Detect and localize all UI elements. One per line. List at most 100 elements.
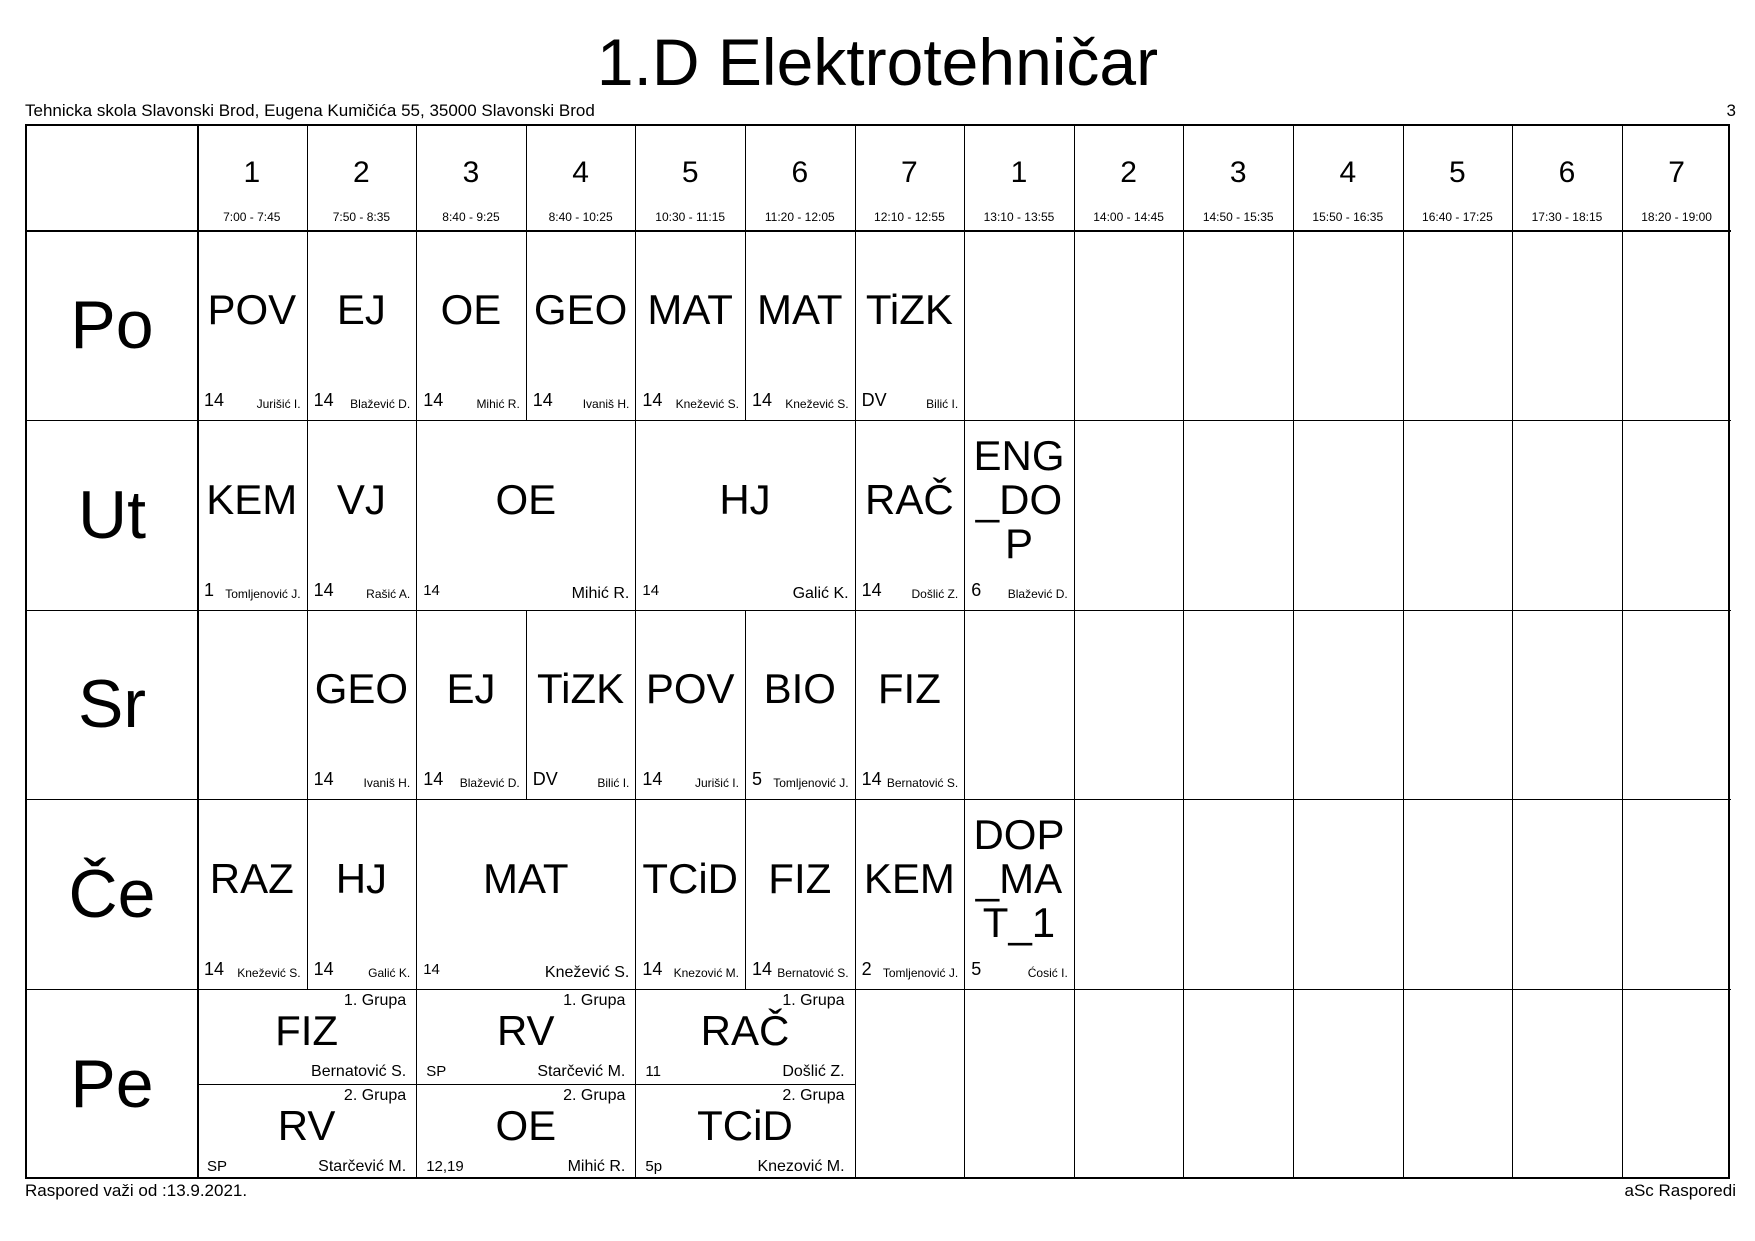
lesson-subject: RAČ (700, 1007, 790, 1055)
grid-line (1402, 230, 1404, 420)
grid-line (964, 799, 966, 990)
lesson-cell[interactable]: MAT 14 Knežević S. (416, 799, 635, 989)
period-number: 7 (901, 156, 918, 189)
group-lesson-cell[interactable]: 2. Grupa OE 12,19 Mihić R. (416, 1084, 635, 1179)
lesson-cell[interactable]: HJ 14 Galić K. (307, 799, 417, 989)
grid-line (1402, 609, 1404, 800)
lesson-cell[interactable]: DOP_MAT_1 5 Ćosić I. (964, 799, 1074, 989)
lesson-room: 14 (204, 959, 225, 980)
group-lesson-cell[interactable]: 2. Grupa RV SP Starčević M. (197, 1084, 416, 1179)
lesson-teacher: Rašić A. (366, 586, 411, 601)
lesson-room: 5 (971, 959, 982, 980)
grid-line (854, 126, 856, 230)
lesson-room: 14 (752, 959, 773, 980)
grid-line (1183, 419, 1185, 610)
grid-line (1073, 799, 1075, 990)
period-time: 7:00 - 7:45 (223, 210, 281, 224)
lesson-subject: BIO (763, 665, 836, 713)
lesson-cell[interactable]: HJ 14 Galić K. (635, 420, 854, 610)
grid-line (1183, 126, 1185, 230)
grid-line (416, 609, 418, 800)
lesson-teacher: Bernatović S. (886, 776, 959, 791)
period-number: 7 (1668, 156, 1685, 189)
period-time: 11:20 - 12:05 (764, 210, 835, 224)
group-lesson-cell[interactable]: 2. Grupa TCiD 5p Knezović M. (635, 1084, 854, 1179)
lesson-teacher: Ćosić I. (1027, 966, 1068, 981)
lesson-room: 14 (861, 579, 882, 600)
lesson-cell[interactable]: MAT 14 Knežević S. (745, 230, 855, 420)
grid-line (525, 126, 527, 230)
grid-line (525, 230, 527, 420)
lesson-cell[interactable]: MAT 14 Knežević S. (635, 230, 745, 420)
lesson-subject: RAČ (865, 475, 954, 523)
lesson-subject: FIZ (877, 665, 941, 713)
grid-line (1512, 126, 1514, 230)
lesson-cell[interactable]: GEO 14 Ivaniš H. (307, 610, 417, 800)
period-header: 7 12:10 - 12:55 (855, 126, 965, 230)
lesson-cell[interactable]: VJ 14 Rašić A. (307, 420, 417, 610)
lesson-cell[interactable]: TiZK DV Bilić I. (855, 230, 965, 420)
lesson-teacher: Galić K. (792, 584, 849, 602)
grid-line (854, 230, 856, 420)
grid-line (1073, 230, 1075, 420)
lesson-cell[interactable]: EJ 14 Blažević D. (416, 610, 526, 800)
group-lesson-cell[interactable]: 1. Grupa FIZ Bernatović S. (197, 989, 416, 1084)
period-time: 14:50 - 15:35 (1202, 210, 1274, 224)
period-time: 7:50 - 8:35 (332, 210, 391, 224)
grid-line (1402, 989, 1404, 1179)
lesson-teacher: Starčević M. (318, 1157, 407, 1175)
period-number: 3 (462, 156, 480, 189)
lesson-cell[interactable]: GEO 14 Ivaniš H. (526, 230, 636, 420)
grid-line (27, 609, 1732, 611)
lesson-room: 14 (861, 769, 882, 790)
timetable-grid: 1 7:00 - 7:45 2 7:50 - 8:35 3 8:40 - 9:25 4 8:4… (25, 124, 1732, 1179)
lesson-cell[interactable]: POV 14 Jurišić I. (635, 610, 745, 800)
grid-line (1512, 609, 1514, 800)
lesson-subject: TiZK (865, 285, 953, 333)
lesson-room: 14 (532, 389, 553, 410)
lesson-cell[interactable]: EJ 14 Blažević D. (307, 230, 417, 420)
lesson-room: DV (861, 389, 887, 410)
group-lesson-cell[interactable]: 1. Grupa RAČ 11 Došlić Z. (635, 989, 854, 1084)
grid-line (854, 799, 856, 990)
period-time: 14:00 - 14:45 (1093, 210, 1164, 224)
period-number: 5 (1449, 156, 1466, 189)
grid-line (1073, 126, 1075, 230)
lesson-room: 5p (645, 1157, 663, 1175)
lesson-teacher: Knežević S. (237, 966, 301, 981)
period-time: 10:30 - 11:15 (655, 210, 726, 224)
lesson-cell[interactable]: FIZ 14 Bernatović S. (745, 799, 855, 989)
day-label: Po (70, 286, 154, 363)
lesson-cell[interactable]: RAČ 14 Došlić Z. (855, 420, 965, 610)
lesson-cell[interactable]: TCiD 14 Knezović M. (635, 799, 745, 989)
lesson-cell[interactable]: OE 14 Mihić R. (416, 420, 635, 610)
lesson-cell[interactable]: FIZ 14 Bernatović S. (855, 610, 965, 800)
lesson-subject: GEO (314, 665, 409, 713)
grid-line (1512, 989, 1514, 1179)
lesson-cell[interactable]: KEM 1 Tomljenović J. (197, 420, 307, 610)
lesson-subject: MAT (647, 285, 733, 333)
lesson-room: 14 (642, 959, 663, 980)
group-label: 2. Grupa (343, 1087, 407, 1105)
lesson-cell[interactable]: KEM 2 Tomljenović J. (855, 799, 965, 989)
grid-line (1293, 989, 1294, 1179)
lesson-subject: TiZK (537, 665, 625, 713)
lesson-cell[interactable]: RAZ 14 Knežević S. (197, 799, 307, 989)
lesson-cell[interactable]: POV 14 Jurišić I. (197, 230, 307, 420)
lesson-room: 14 (423, 769, 444, 790)
grid-line (306, 230, 308, 420)
grid-line (635, 126, 637, 230)
lesson-teacher: Starčević M. (537, 1063, 626, 1081)
lesson-cell[interactable]: BIO 5 Tomljenović J. (745, 610, 855, 800)
grid-line (27, 230, 1732, 232)
period-header: 2 7:50 - 8:35 (307, 126, 417, 230)
grid-line (1621, 230, 1623, 420)
period-number: 1 (243, 156, 261, 189)
lesson-cell[interactable]: OE 14 Mihić R. (416, 230, 526, 420)
lesson-teacher: Jurišić I. (256, 396, 301, 411)
lesson-cell[interactable]: ENG_DOP 6 Blažević D. (964, 420, 1074, 610)
group-lesson-cell[interactable]: 1. Grupa RV SP Starčević M. (416, 989, 635, 1084)
lesson-cell[interactable]: TiZK DV Bilić I. (526, 610, 636, 800)
lesson-subject: RV (277, 1102, 336, 1150)
period-header: 4 15:50 - 16:35 (1293, 126, 1403, 230)
